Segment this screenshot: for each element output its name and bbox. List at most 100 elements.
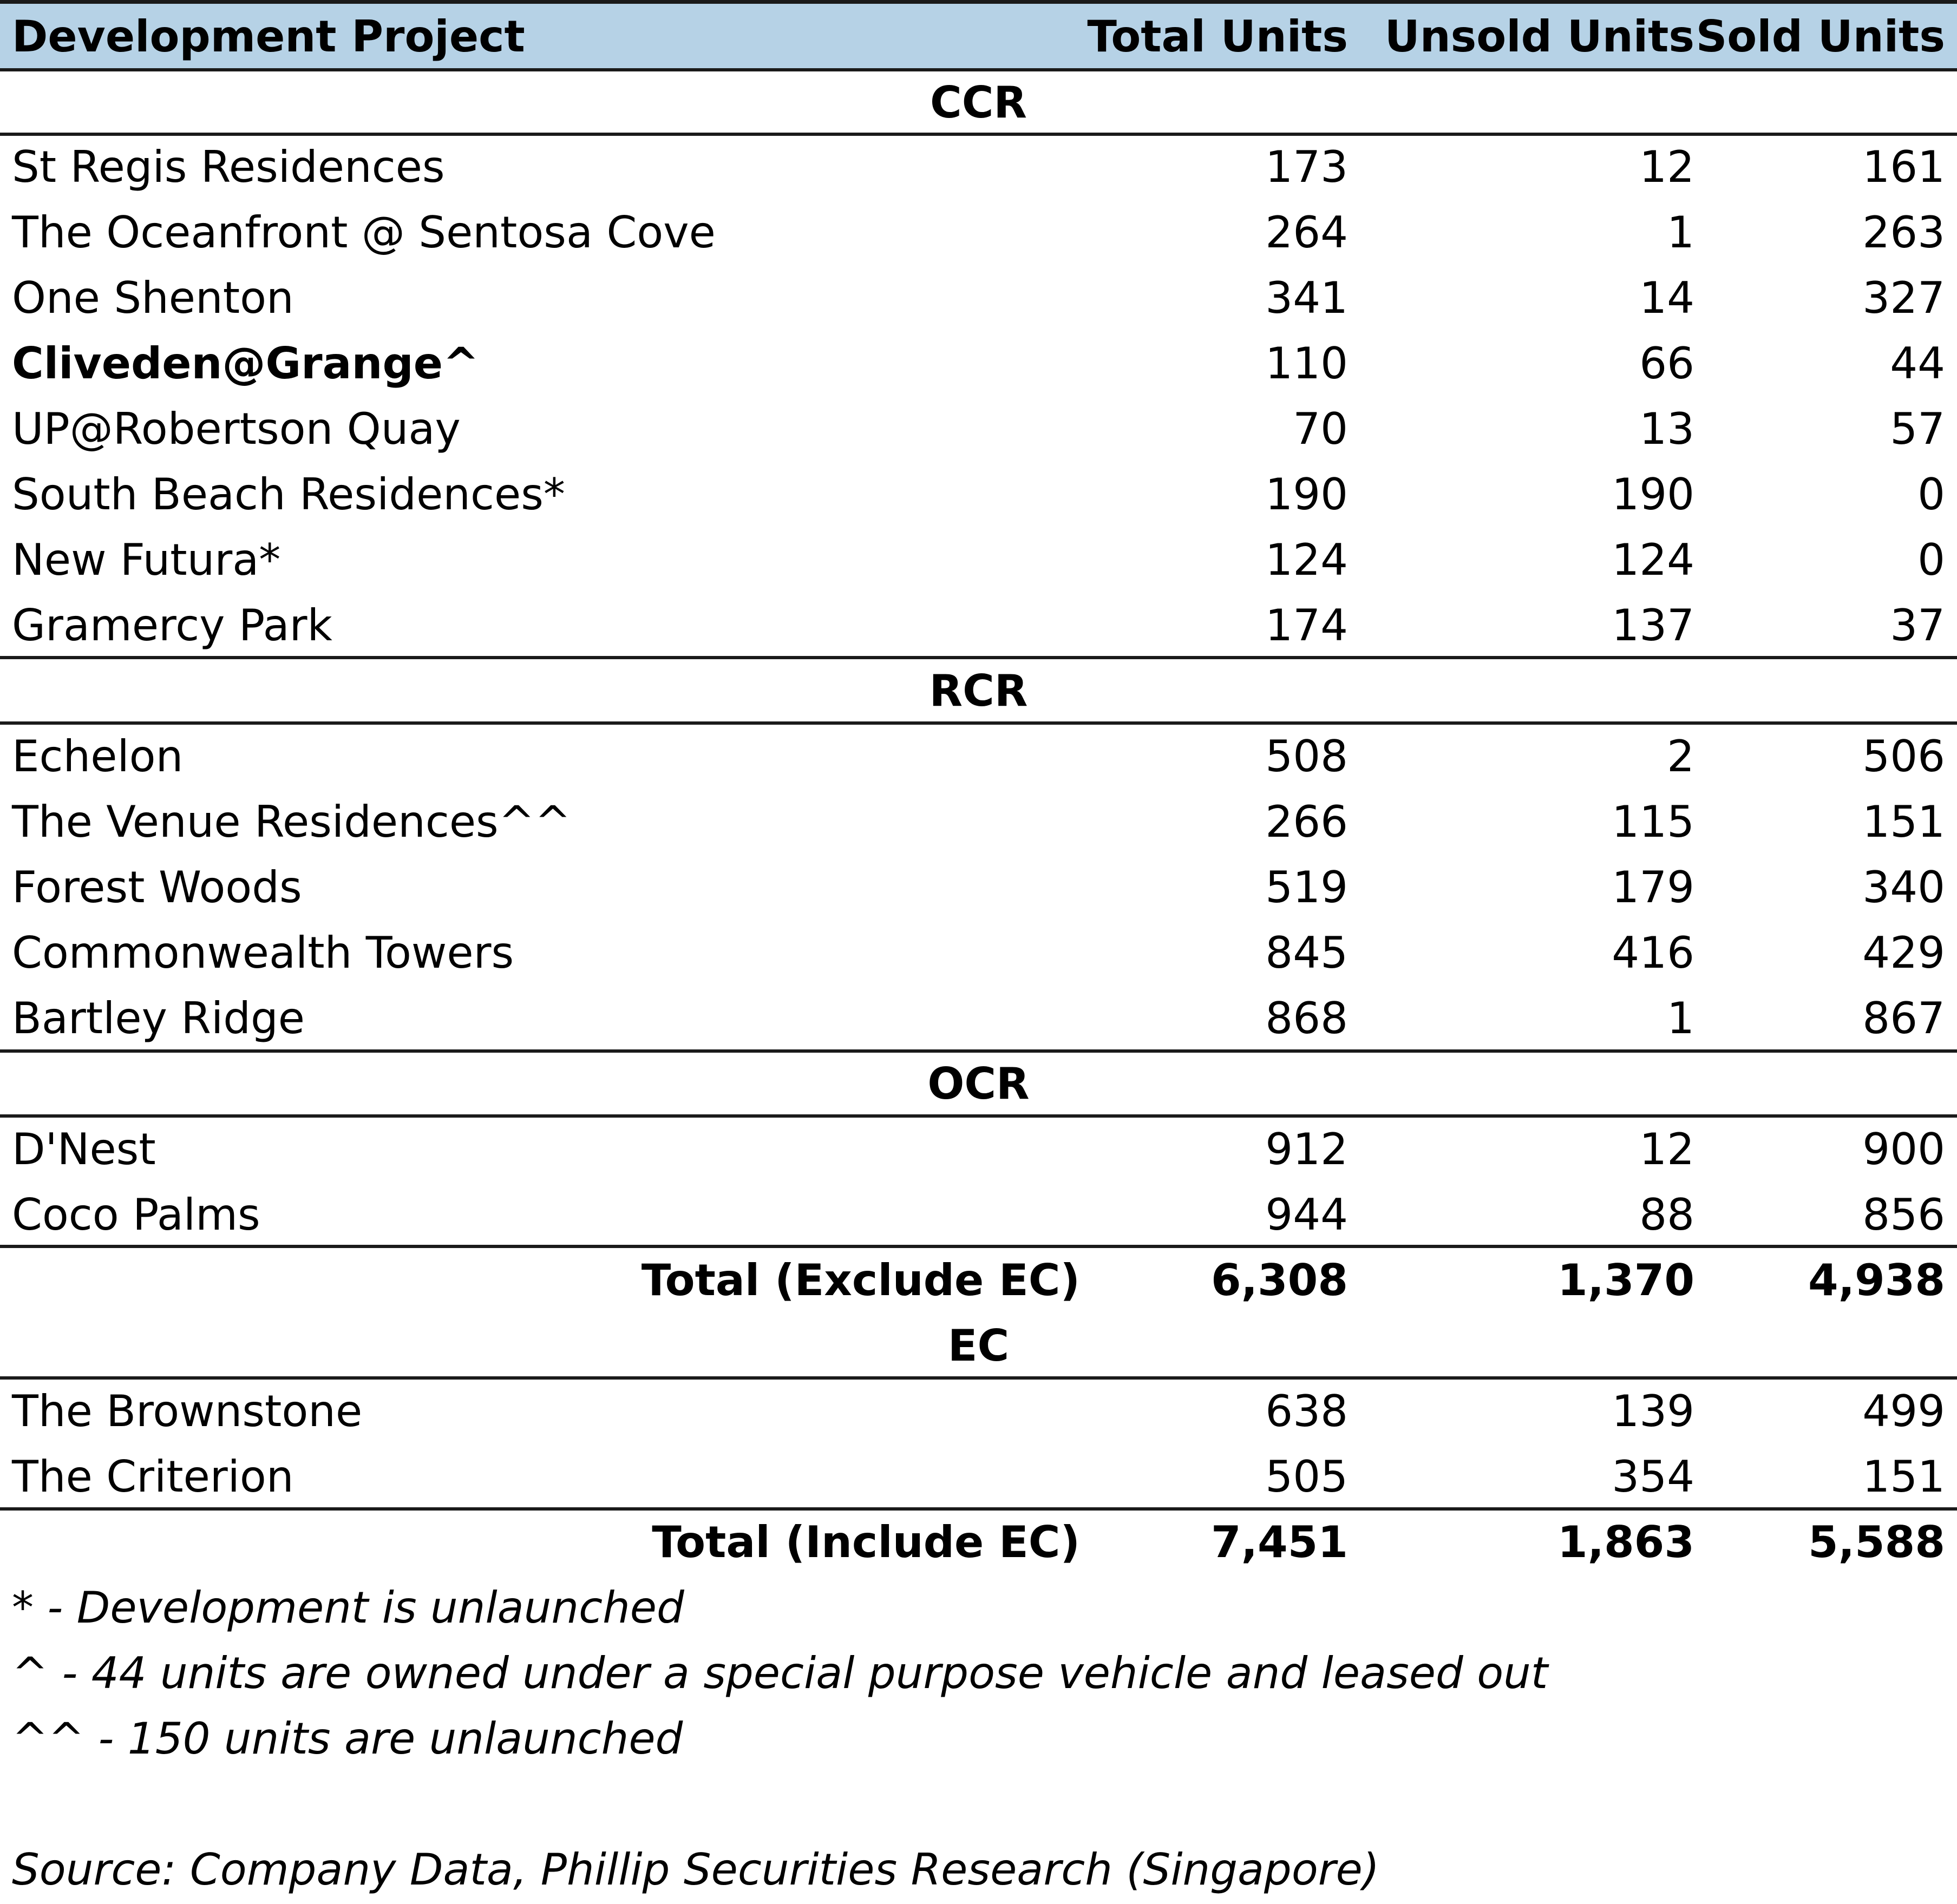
project-name: New Futura* bbox=[12, 535, 281, 585]
total-units: 266 bbox=[1265, 797, 1348, 847]
table-row: Gramercy Park 174 137 37 bbox=[0, 593, 1957, 658]
project-name: Gramercy Park bbox=[12, 600, 332, 651]
unsold-units: 179 bbox=[1612, 862, 1694, 912]
project-name: St Regis Residences bbox=[12, 142, 445, 192]
total-units: 638 bbox=[1265, 1386, 1348, 1436]
table-header: Development Project Total Units Unsold U… bbox=[0, 4, 1957, 69]
unsold-units: 12 bbox=[1639, 142, 1694, 192]
header-total-units: Total Units bbox=[1087, 11, 1348, 62]
total-units: 845 bbox=[1265, 928, 1348, 978]
section-ocr: OCR bbox=[0, 1051, 1957, 1117]
total-units: 519 bbox=[1265, 862, 1348, 912]
unsold-units: 88 bbox=[1639, 1190, 1694, 1240]
table-row: New Futura* 124 124 0 bbox=[0, 527, 1957, 593]
table-row: D'Nest 912 12 900 bbox=[0, 1117, 1957, 1182]
section-ec: EC bbox=[0, 1313, 1957, 1378]
project-name: Coco Palms bbox=[12, 1190, 260, 1240]
unsold-units: 115 bbox=[1612, 797, 1694, 847]
table-row: Echelon 508 2 506 bbox=[0, 724, 1957, 789]
sold-units: 327 bbox=[1862, 273, 1945, 323]
total-units: 912 bbox=[1265, 1124, 1348, 1174]
page: { "chart_data": { "type": "table", "colu… bbox=[0, 0, 1957, 1904]
table-row: The Venue Residences^^ 266 115 151 bbox=[0, 789, 1957, 855]
table-row: One Shenton 341 14 327 bbox=[0, 265, 1957, 331]
unsold-units: 190 bbox=[1612, 469, 1694, 520]
top-rule bbox=[0, 0, 1957, 4]
total-units: 341 bbox=[1265, 273, 1348, 323]
total-units: 124 bbox=[1265, 535, 1348, 585]
unsold-units: 1,863 bbox=[1557, 1517, 1694, 1567]
total-units: 190 bbox=[1265, 469, 1348, 520]
table-row: UP@Robertson Quay 70 13 57 bbox=[0, 396, 1957, 462]
sold-units: 151 bbox=[1862, 797, 1945, 847]
table-row: Coco Palms 944 88 856 bbox=[0, 1182, 1957, 1248]
section-label: OCR bbox=[927, 1059, 1030, 1109]
total-label: Total (Exclude EC) bbox=[641, 1255, 1080, 1305]
unsold-units: 66 bbox=[1639, 338, 1694, 389]
total-label: Total (Include EC) bbox=[652, 1517, 1080, 1567]
header-project: Development Project bbox=[12, 11, 525, 62]
table-row: Cliveden@Grange^ 110 66 44 bbox=[0, 331, 1957, 396]
project-name: The Oceanfront @ Sentosa Cove bbox=[12, 207, 716, 258]
project-name: UP@Robertson Quay bbox=[12, 404, 461, 454]
footnote-venue: ^^ - 150 units are unlaunched bbox=[12, 1713, 683, 1764]
project-name: South Beach Residences* bbox=[12, 469, 565, 520]
unsold-units: 137 bbox=[1612, 600, 1694, 651]
project-name: Forest Woods bbox=[12, 862, 302, 912]
unsold-units: 12 bbox=[1639, 1124, 1694, 1174]
table-row: The Criterion 505 354 151 bbox=[0, 1444, 1957, 1509]
unsold-units: 1,370 bbox=[1557, 1255, 1694, 1305]
sold-units: 429 bbox=[1862, 928, 1945, 978]
sold-units: 499 bbox=[1862, 1386, 1945, 1436]
total-units: 944 bbox=[1265, 1190, 1348, 1240]
project-name: Cliveden@Grange^ bbox=[12, 338, 480, 389]
unsold-units: 1 bbox=[1667, 207, 1694, 258]
project-name: One Shenton bbox=[12, 273, 294, 323]
total-units: 505 bbox=[1265, 1452, 1348, 1502]
project-name: The Brownstone bbox=[12, 1386, 363, 1436]
sold-units: 5,588 bbox=[1808, 1517, 1945, 1567]
total-units: 264 bbox=[1265, 207, 1348, 258]
sold-units: 161 bbox=[1862, 142, 1945, 192]
sold-units: 57 bbox=[1890, 404, 1945, 454]
table-row: Bartley Ridge 868 1 867 bbox=[0, 986, 1957, 1051]
sold-units: 506 bbox=[1862, 731, 1945, 782]
header-sold-units: Sold Units bbox=[1696, 11, 1945, 62]
sold-units: 900 bbox=[1862, 1124, 1945, 1174]
section-ccr: CCR bbox=[0, 70, 1957, 135]
section-label: RCR bbox=[929, 666, 1028, 716]
project-name: The Criterion bbox=[12, 1452, 294, 1502]
table-row: The Oceanfront @ Sentosa Cove 264 1 263 bbox=[0, 200, 1957, 265]
section-label: EC bbox=[947, 1321, 1010, 1371]
total-units: 6,308 bbox=[1210, 1255, 1348, 1305]
sold-units: 44 bbox=[1890, 338, 1945, 389]
sold-units: 4,938 bbox=[1808, 1255, 1945, 1305]
total-units: 70 bbox=[1293, 404, 1348, 454]
unsold-units: 139 bbox=[1612, 1386, 1694, 1436]
header-unsold-units: Unsold Units bbox=[1384, 11, 1694, 62]
sold-units: 0 bbox=[1917, 469, 1945, 520]
table-row: St Regis Residences 173 12 161 bbox=[0, 134, 1957, 200]
table-row: The Brownstone 638 139 499 bbox=[0, 1378, 1957, 1444]
unsold-units: 354 bbox=[1612, 1452, 1694, 1502]
table-row: South Beach Residences* 190 190 0 bbox=[0, 462, 1957, 527]
total-units: 508 bbox=[1265, 731, 1348, 782]
unsold-units: 1 bbox=[1667, 993, 1694, 1043]
unsold-units: 14 bbox=[1639, 273, 1694, 323]
unsold-units: 124 bbox=[1612, 535, 1694, 585]
table-row: Commonwealth Towers 845 416 429 bbox=[0, 920, 1957, 986]
unsold-units: 416 bbox=[1612, 928, 1694, 978]
section-label: CCR bbox=[930, 77, 1027, 128]
sold-units: 0 bbox=[1917, 535, 1945, 585]
total-units: 174 bbox=[1265, 600, 1348, 651]
unsold-units: 13 bbox=[1639, 404, 1694, 454]
project-name: Bartley Ridge bbox=[12, 993, 305, 1043]
total-units: 868 bbox=[1265, 993, 1348, 1043]
total-row-include-ec: Total (Include EC) 7,451 1,863 5,588 bbox=[0, 1509, 1957, 1575]
sold-units: 263 bbox=[1862, 207, 1945, 258]
sold-units: 867 bbox=[1862, 993, 1945, 1043]
total-units: 7,451 bbox=[1210, 1517, 1348, 1567]
sold-units: 340 bbox=[1862, 862, 1945, 912]
sold-units: 856 bbox=[1862, 1190, 1945, 1240]
source-note: Source: Company Data, Phillip Securities… bbox=[12, 1844, 1380, 1895]
